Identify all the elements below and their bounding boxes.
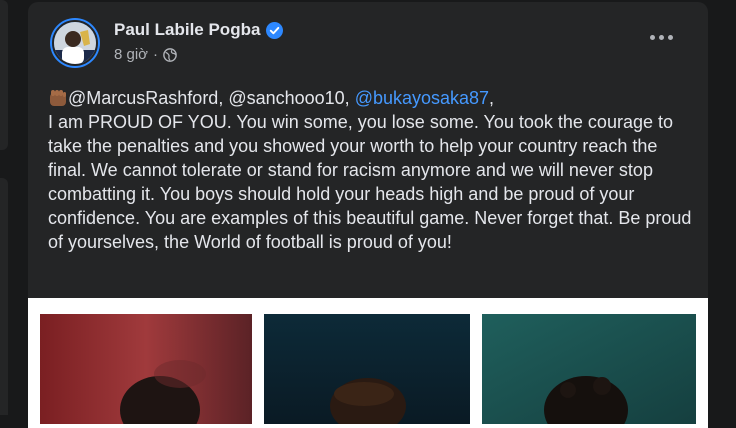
sidebar-panel-bottom [0, 178, 8, 415]
mention-link[interactable]: @bukayosaka87 [355, 88, 489, 108]
raised-fist-emoji-icon [48, 89, 68, 107]
mentions-trailing: , [489, 88, 495, 108]
verified-badge-icon [266, 21, 284, 39]
post-meta: 8 giờ · [114, 46, 177, 63]
sidebar-panel-top [0, 0, 8, 150]
left-sidebar-edge [0, 0, 14, 415]
post-photo-1[interactable] [40, 314, 252, 424]
post-body: I am PROUD OF YOU. You win some, you los… [48, 112, 692, 252]
post-media-grid [28, 298, 708, 428]
post-text: @MarcusRashford, @sanchooo10, @bukayosak… [48, 86, 698, 254]
more-dot [667, 34, 673, 40]
post-card: Paul Labile Pogba 8 giờ · @MarcusRashfor… [28, 2, 708, 428]
post-photo-3[interactable] [482, 314, 696, 424]
more-dot [658, 34, 664, 40]
post-photo-2[interactable] [264, 314, 470, 424]
more-options-icon[interactable] [648, 28, 674, 46]
globe-icon[interactable] [163, 47, 177, 62]
avatar-photo [52, 20, 98, 66]
more-dot [649, 34, 655, 40]
post-author[interactable]: Paul Labile Pogba [114, 20, 284, 40]
avatar[interactable] [50, 18, 100, 68]
author-name[interactable]: Paul Labile Pogba [114, 20, 260, 40]
post-timestamp[interactable]: 8 giờ [114, 46, 148, 63]
mentions-text[interactable]: @MarcusRashford, @sanchooo10, [68, 88, 355, 108]
meta-separator: · [153, 46, 159, 63]
